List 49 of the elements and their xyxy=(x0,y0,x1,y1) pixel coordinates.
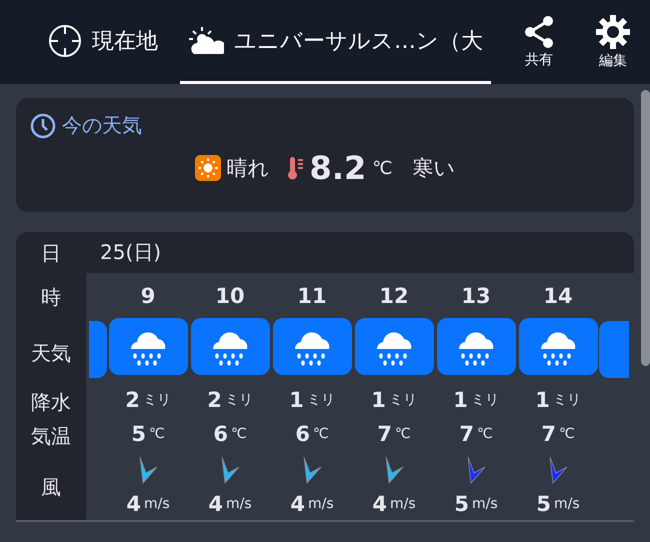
row-label: 気温 xyxy=(30,422,72,450)
wind-value: 4 m/s xyxy=(372,491,416,518)
precip-value: 1 ミリ xyxy=(371,387,417,414)
hour-label: 14 xyxy=(543,284,573,308)
precip-value: 1 ミリ xyxy=(535,387,581,414)
thermometer-icon xyxy=(288,155,304,181)
row-label: 日 xyxy=(40,240,62,267)
temp-value: 7℃ xyxy=(377,421,411,448)
hour-label: 13 xyxy=(461,284,491,308)
scrollbar[interactable] xyxy=(641,90,650,366)
sun-icon xyxy=(194,155,221,181)
feel-text: 寒い xyxy=(412,155,456,182)
wind-value: 4 m/s xyxy=(290,491,334,518)
location-tab[interactable]: 現在地 xyxy=(40,0,166,84)
share-button[interactable]: 共有 xyxy=(502,0,576,84)
precip-value: 2 ミリ xyxy=(207,387,253,414)
wind-value: 4 m/s xyxy=(208,491,252,518)
row-label: 降水 xyxy=(30,388,72,416)
condition-text: 晴れ xyxy=(226,155,270,182)
hour-label: 11 xyxy=(297,284,327,308)
share-icon xyxy=(522,15,556,49)
temperature-unit: ℃ xyxy=(372,158,392,178)
precip-value: 2 ミリ xyxy=(125,387,171,414)
precip-value: 1 ミリ xyxy=(289,387,335,414)
hour-label: 10 xyxy=(215,284,245,308)
card-title: 今の天気 xyxy=(62,112,142,139)
temp-value: 6℃ xyxy=(295,421,329,448)
day-label: 25(日) xyxy=(100,239,162,266)
row-label: 風 xyxy=(40,474,62,500)
hour-label: 9 xyxy=(140,284,156,308)
location-tab[interactable]: ユニバーサルス…ン（大 xyxy=(180,0,491,84)
weather-tile xyxy=(89,321,107,378)
edit-button[interactable]: 編集 xyxy=(576,0,650,84)
wind-value: 5 m/s xyxy=(454,491,498,518)
crosshair-icon xyxy=(48,24,82,58)
temp-value: 6℃ xyxy=(213,421,247,448)
row-label: 天気 xyxy=(30,340,72,366)
row-label: 時 xyxy=(40,284,62,311)
temp-value: 7℃ xyxy=(541,421,575,448)
wind-value: 4 m/s xyxy=(126,491,170,518)
clock-icon xyxy=(30,112,56,138)
temp-value: 7℃ xyxy=(459,421,493,448)
temperature-value: 8.2 xyxy=(310,149,366,187)
temp-value: 5℃ xyxy=(131,421,165,448)
settings-icon xyxy=(595,14,631,50)
hour-label: 12 xyxy=(379,284,409,308)
sun-cloud-icon xyxy=(188,26,224,56)
precip-value: 1 ミリ xyxy=(453,387,499,414)
wind-value: 5 m/s xyxy=(536,491,580,518)
